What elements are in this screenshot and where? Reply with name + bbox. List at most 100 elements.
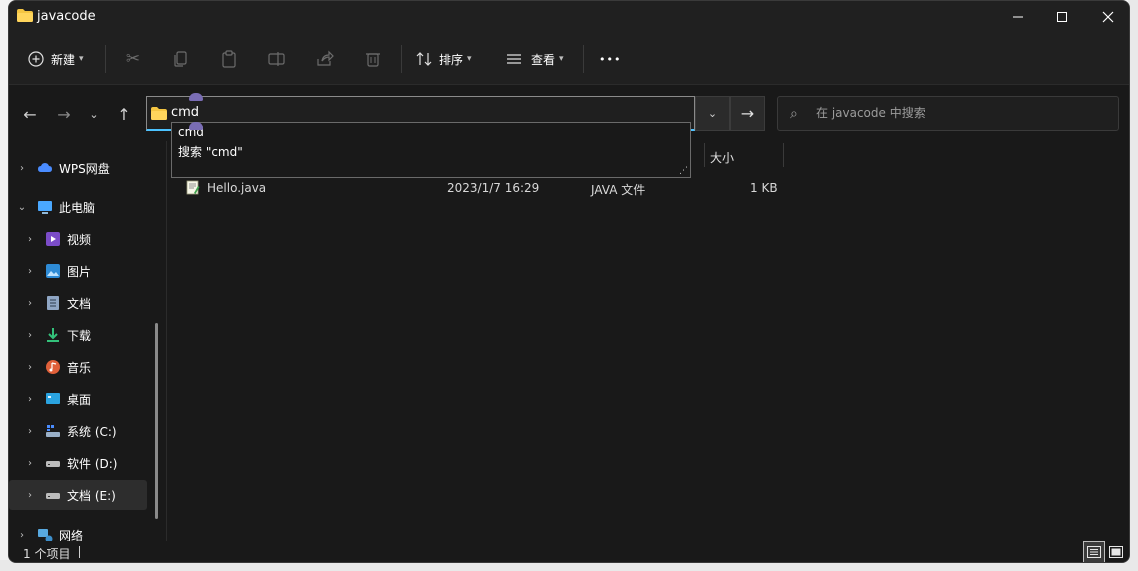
system-drive-icon [46, 425, 60, 437]
download-icon [47, 328, 59, 342]
details-view-icon [1087, 546, 1101, 558]
search-box[interactable]: ⌕ [777, 96, 1119, 131]
sort-button[interactable]: 排序 ▾ [415, 43, 472, 75]
table-row[interactable]: Hello.java 2023/1/7 16:29 JAVA 文件 1 KB [167, 177, 1129, 199]
close-button[interactable] [1085, 1, 1129, 33]
file-size: 1 KB [750, 181, 778, 195]
back-button[interactable]: ← [19, 103, 41, 125]
sidebar-item-drive-c[interactable]: › 系统 (C:) [9, 416, 147, 446]
sidebar-item-label: 文档 [67, 296, 92, 311]
rename-icon [268, 52, 285, 66]
chevron-down-icon[interactable]: ⌄ [17, 202, 27, 213]
cut-button[interactable]: ✂ [123, 43, 143, 75]
column-divider[interactable] [704, 143, 705, 167]
maximize-icon [1057, 12, 1067, 22]
column-divider[interactable] [783, 143, 784, 167]
chevron-right-icon[interactable]: › [25, 426, 35, 437]
chevron-right-icon[interactable]: › [25, 234, 35, 245]
share-button[interactable] [315, 43, 335, 75]
up-button[interactable]: ↑ [113, 103, 135, 125]
music-icon [46, 360, 60, 374]
search-input[interactable] [816, 106, 1106, 120]
chevron-right-icon[interactable]: › [17, 530, 27, 541]
sidebar-item-music[interactable]: › 音乐 [9, 352, 147, 382]
computer-icon [38, 201, 52, 214]
large-icons-view-button[interactable] [1105, 541, 1127, 562]
paste-button[interactable] [219, 43, 239, 75]
add-circle-icon [28, 51, 44, 67]
view-button-label: 查看 [531, 52, 556, 67]
chevron-down-icon: ▾ [79, 54, 84, 64]
sidebar-item-drive-d[interactable]: › 软件 (D:) [9, 448, 147, 478]
toolbar-divider [105, 45, 106, 73]
sidebar-item-wps-cloud[interactable]: › WPS网盘 [9, 153, 147, 183]
sidebar-item-desktop[interactable]: › 桌面 [9, 384, 147, 414]
sidebar-item-label: 此电脑 [59, 200, 96, 215]
details-view-button[interactable] [1083, 541, 1105, 562]
picture-icon [46, 264, 60, 278]
rename-button[interactable] [267, 43, 287, 75]
chevron-down-icon: ▾ [467, 54, 472, 64]
sidebar-item-drive-e[interactable]: › 文档 (E:) [9, 480, 147, 510]
minimize-button[interactable] [995, 1, 1041, 33]
sidebar-scrollbar[interactable] [155, 323, 158, 519]
resize-grip-icon[interactable]: ⋰ [679, 166, 688, 176]
view-list-icon [507, 54, 521, 64]
cut-icon: ✂ [125, 49, 141, 69]
java-file-icon [186, 180, 200, 195]
chevron-right-icon[interactable]: › [25, 330, 35, 341]
chevron-right-icon[interactable]: › [25, 458, 35, 469]
arrow-right-icon: → [740, 104, 755, 123]
sidebar-item-label: 系统 (C:) [67, 424, 117, 439]
sidebar-item-downloads[interactable]: › 下载 [9, 320, 147, 350]
chevron-right-icon[interactable]: › [25, 298, 35, 309]
copy-button[interactable] [171, 43, 191, 75]
sidebar-item-documents[interactable]: › 文档 [9, 288, 147, 318]
folder-icon [151, 107, 167, 120]
status-divider [79, 546, 80, 558]
sidebar-item-label: WPS网盘 [59, 161, 110, 176]
arrow-up-icon: ↑ [117, 104, 131, 124]
chevron-right-icon[interactable]: › [25, 490, 35, 501]
new-button-label: 新建 [51, 52, 76, 67]
sidebar-item-label: 桌面 [67, 392, 92, 407]
title-bar[interactable]: javacode [9, 1, 1129, 33]
chevron-down-icon: ⌄ [707, 107, 718, 120]
new-button[interactable]: 新建 ▾ [27, 43, 84, 75]
address-input[interactable] [171, 105, 591, 120]
view-button[interactable]: 查看 ▾ [505, 43, 564, 75]
forward-button[interactable]: → [53, 103, 75, 125]
delete-button[interactable] [363, 43, 383, 75]
chevron-right-icon[interactable]: › [17, 163, 27, 174]
maximize-button[interactable] [1039, 1, 1085, 33]
sort-icon [416, 52, 432, 66]
desktop-icon [46, 393, 60, 404]
file-list: 大小 Hello.java 2023/1/7 16:29 JAVA 文件 1 K… [167, 141, 1129, 541]
chevron-right-icon[interactable]: › [25, 394, 35, 405]
sidebar-item-label: 软件 (D:) [67, 456, 118, 471]
sidebar-item-this-pc[interactable]: ⌄ 此电脑 [9, 192, 147, 222]
chevron-right-icon[interactable]: › [25, 266, 35, 277]
address-autocomplete-list: cmd 搜索 "cmd" ⋰ [171, 122, 691, 178]
more-options-button[interactable]: ••• [599, 43, 621, 75]
share-icon [317, 50, 334, 66]
cloud-icon [38, 163, 52, 172]
sidebar-item-pictures[interactable]: › 图片 [9, 256, 147, 286]
close-icon [1102, 11, 1114, 23]
chevron-right-icon[interactable]: › [25, 362, 35, 373]
toolbar-divider [401, 45, 402, 73]
document-icon [47, 296, 59, 310]
recent-locations-button[interactable]: ⌄ [83, 103, 105, 125]
autocomplete-item[interactable]: 搜索 "cmd" [178, 143, 243, 160]
more-icon: ••• [599, 52, 622, 66]
file-name[interactable]: Hello.java [207, 181, 266, 195]
trash-icon [366, 53, 380, 67]
go-button[interactable]: → [730, 96, 765, 131]
column-header-size[interactable]: 大小 [710, 149, 734, 166]
sidebar-item-label: 文档 (E:) [67, 488, 116, 503]
window-title: javacode [37, 9, 96, 24]
chevron-down-icon: ▾ [559, 54, 564, 64]
sidebar-item-label: 图片 [67, 264, 92, 279]
address-history-button[interactable]: ⌄ [695, 96, 730, 131]
sidebar-item-videos[interactable]: › 视频 [9, 224, 147, 254]
